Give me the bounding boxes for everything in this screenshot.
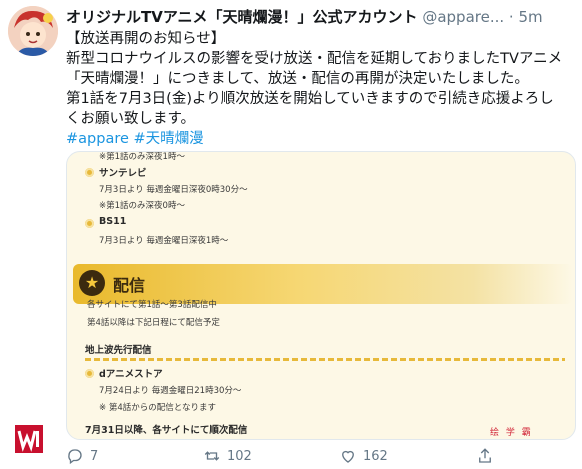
star-icon: ★ (79, 270, 105, 296)
heart-icon (342, 450, 354, 463)
share-icon (479, 448, 491, 463)
attached-image[interactable]: ※第1話のみ深夜1時〜 サンテレビ 7月3日より 毎週金曜日深夜0時30分〜 ※… (66, 151, 576, 440)
top-note: ※第1話のみ深夜1時〜 (99, 152, 185, 162)
tweet-line-1: 【放送再開のお知らせ】 (66, 31, 226, 47)
tweet-actions: 7 102 162 (66, 447, 566, 467)
share-button[interactable] (476, 447, 494, 465)
station1-line2: ※第1話のみ深夜0時〜 (99, 201, 185, 211)
tweet-header: オリジナルTVアニメ「天晴爛漫！」公式アカウント @appare... · 5m (66, 6, 571, 28)
station2-line1: 7月3日より 毎週金曜日深夜1時〜 (99, 236, 229, 246)
station2-name: BS11 (99, 216, 127, 227)
user-handle[interactable]: @appare... (422, 8, 504, 26)
tweet-text: 【放送再開のお知らせ】 新型コロナウイルスの影響を受け放送・配信を延期しておりま… (66, 29, 566, 149)
reply-icon (68, 449, 82, 465)
display-name[interactable]: オリジナルTVアニメ「天晴爛漫！」公式アカウント (66, 8, 418, 26)
watermark-logo (15, 425, 43, 453)
like-count: 162 (363, 448, 388, 464)
retweet-icon (204, 451, 220, 461)
reply-button[interactable]: 7 (66, 447, 98, 465)
avatar-illustration (8, 6, 58, 56)
flower-icon (85, 369, 94, 378)
service-name: dアニメストア (99, 369, 163, 380)
separator-dot: · (508, 8, 514, 26)
retweet-button[interactable]: 102 (203, 447, 252, 465)
retweet-count: 102 (227, 448, 252, 464)
flower-icon (85, 168, 94, 177)
tweet-line-2: 新型コロナウイルスの影響を受け放送・配信を延期しておりましたTVアニメ「天晴爛漫… (66, 51, 563, 87)
tweet-time[interactable]: 5m (518, 8, 542, 26)
watermark-text: 绘 学 霸 (490, 428, 533, 438)
flower-icon (85, 219, 94, 228)
bottom-line: 7月31日以降、各サイトにて順次配信 (85, 425, 248, 436)
service-line1: 7月24日より 毎週金曜日21時30分〜 (99, 386, 242, 396)
station1-name: サンテレビ (99, 168, 147, 179)
avatar[interactable] (8, 6, 58, 56)
banner-label: 配信 (113, 276, 146, 295)
w-logo-icon (15, 425, 43, 453)
divider-stripe (85, 358, 565, 361)
service-line2: ※ 第4話からの配信となります (99, 403, 216, 413)
station1-line1: 7月3日より 毎週金曜日深夜0時30分〜 (99, 185, 248, 195)
reply-count: 7 (90, 448, 99, 464)
section-title: 地上波先行配信 (85, 345, 152, 356)
stream-line1: 各サイトにて第1話〜第3話配信中 (87, 300, 217, 310)
stream-line2: 第4話以降は下記日程にて配信予定 (87, 318, 220, 328)
hashtags[interactable]: #appare #天晴爛漫 (66, 129, 566, 149)
like-button[interactable]: 162 (339, 447, 388, 465)
tweet-line-3: 第1話を7月3日(金)より順次放送を開始していきますので引続き応援よろしくお願い… (66, 91, 554, 127)
